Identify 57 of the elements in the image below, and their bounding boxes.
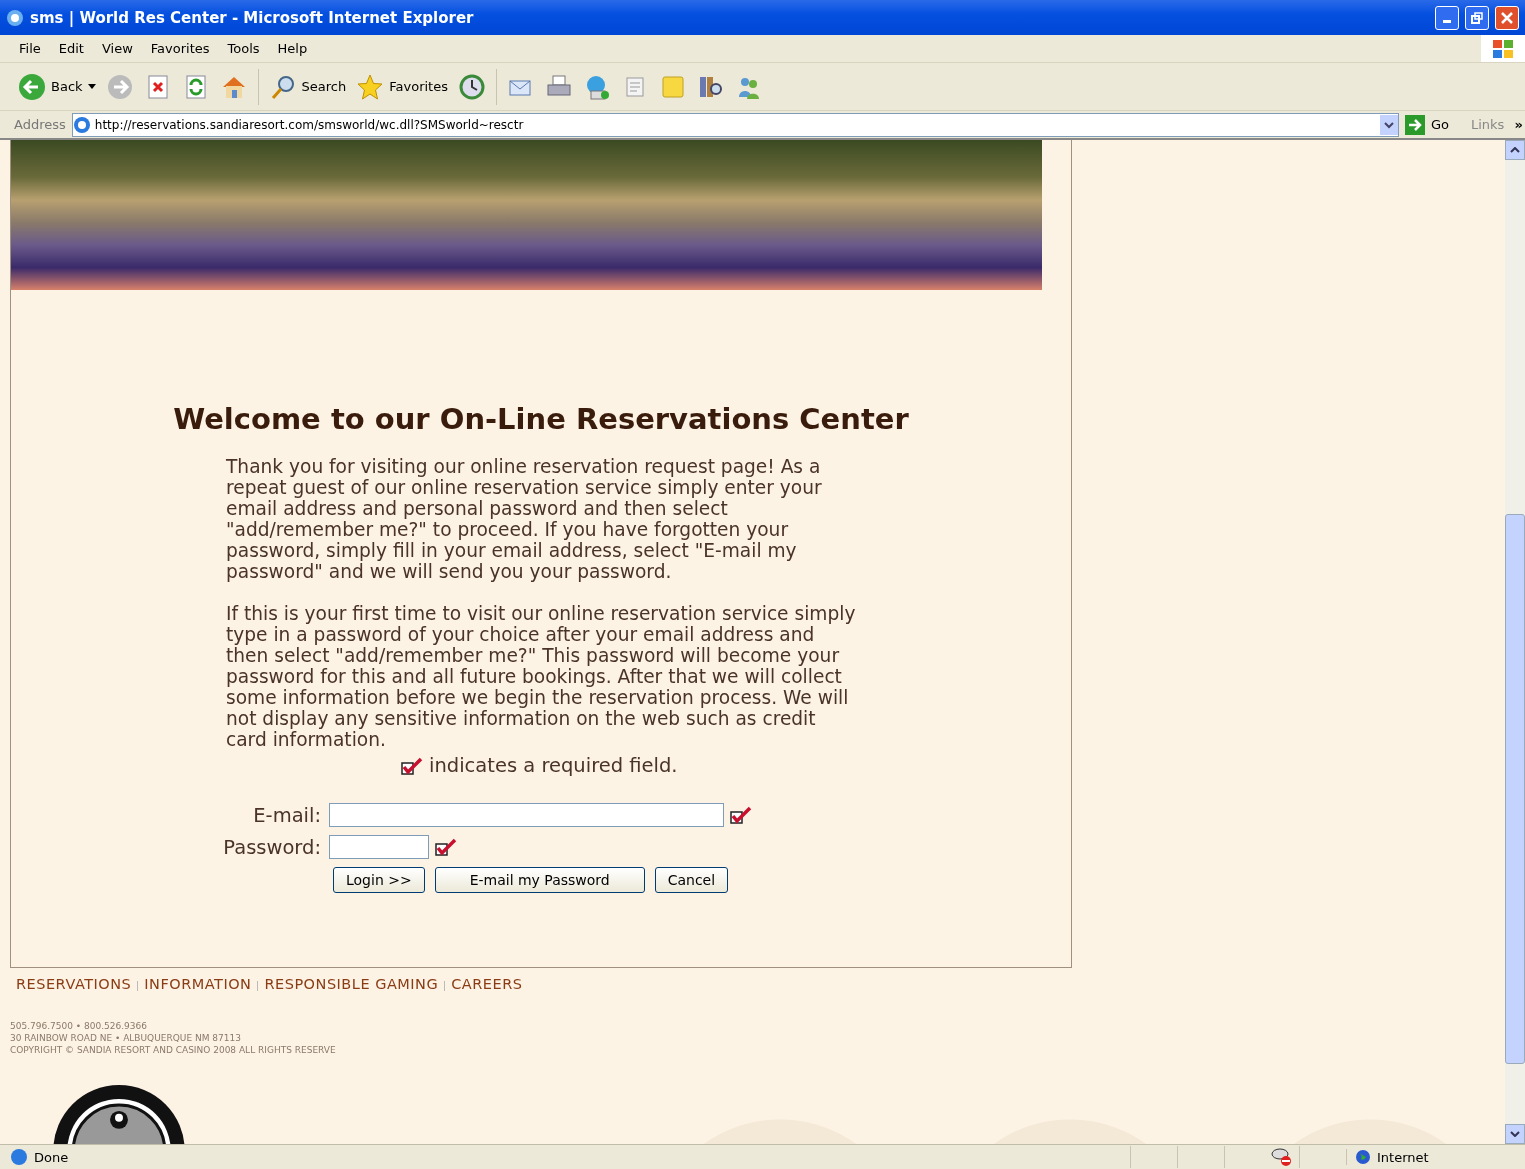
scroll-down-button[interactable] xyxy=(1505,1124,1525,1144)
password-field[interactable] xyxy=(329,835,429,859)
menu-item[interactable]: Edit xyxy=(49,41,93,56)
menu-item[interactable]: Help xyxy=(268,41,317,56)
menu-item[interactable]: File xyxy=(10,41,50,56)
cancel-button[interactable]: Cancel xyxy=(654,867,729,893)
field-label: E-mail: xyxy=(252,803,321,827)
blocked-eye-icon xyxy=(1271,1147,1293,1167)
scrollbar-thumb[interactable] xyxy=(1505,514,1525,1064)
restore-icon xyxy=(1471,11,1483,24)
back-button[interactable]: Back xyxy=(18,72,96,101)
address-label: Address xyxy=(14,117,66,132)
intro-paragraph: If this is your first time to visit our online reservation service simply type in a password of your choice after your email address and then select "add/remember me?" This password will become your password for this and all future bookings. After that we will collect some information before we begin the reservation process. We will not display any sensitive information on the web such as credit card information. xyxy=(226,603,856,750)
email-password-button[interactable]: E-mail my Password xyxy=(434,867,645,893)
menu-item[interactable]: Favorites xyxy=(141,41,219,56)
zone-text: Internet xyxy=(1377,1149,1429,1165)
footer-link[interactable]: CAREERS xyxy=(451,976,523,993)
email-field[interactable] xyxy=(329,803,724,827)
star-icon xyxy=(356,72,385,101)
seal-logo-icon xyxy=(52,1084,186,1144)
contact-line: 505.796.7500 • 800.526.9366 xyxy=(10,1020,148,1033)
footer-link[interactable]: RESPONSIBLE GAMING xyxy=(264,976,439,993)
restore-button[interactable] xyxy=(1465,5,1489,30)
intro-paragraph: Thank you for visiting our online reservation request page! As a repeat guest of our online reservation service simply enter your email address and personal password and then select "add/remember me?" to proceed. If you have forgotten your password, simply fill in your email address, select "E-mail my password" and we will send you your password. xyxy=(226,456,823,582)
footer-link[interactable]: INFORMATION xyxy=(144,976,252,993)
address-field[interactable]: http://reservations.sandiaresort.com/smsworld/wc.dll?SMSworld~resctr xyxy=(71,112,1399,137)
contact-line: COPYRIGHT © SANDIA RESORT AND CASINO 2008 ALL RIGHTS RESERVE xyxy=(10,1044,337,1057)
menu-item[interactable]: Tools xyxy=(218,41,269,56)
page-icon xyxy=(72,115,91,134)
status-text: Done xyxy=(34,1149,70,1165)
page-icon xyxy=(10,1148,28,1166)
required-note: indicates a required field. xyxy=(429,754,678,777)
login-button[interactable]: Login >> xyxy=(333,867,425,893)
page-heading: Welcome to our On-Line Reservations Center xyxy=(172,402,910,436)
down-caret-icon xyxy=(1510,1131,1520,1137)
search-button[interactable]: Search xyxy=(268,72,347,101)
dropdown-caret-icon xyxy=(87,83,96,90)
favorites-button[interactable]: Favorites xyxy=(356,72,448,101)
minimize-button[interactable] xyxy=(1435,5,1459,30)
forward-icon[interactable] xyxy=(105,72,134,101)
minimize-icon xyxy=(1443,20,1451,23)
menu-item[interactable]: View xyxy=(92,41,142,56)
close-icon xyxy=(1501,11,1513,24)
footer-link[interactable]: RESERVATIONS xyxy=(16,976,132,993)
windows-flag-icon xyxy=(1492,38,1514,59)
globe-icon xyxy=(1355,1149,1371,1165)
dropdown-button[interactable] xyxy=(1380,114,1398,135)
close-button[interactable] xyxy=(1495,5,1519,30)
contact-line: 30 RAINBOW ROAD NE • ALBUQUERQUE NM 87113 xyxy=(10,1032,242,1045)
history-icon[interactable] xyxy=(457,72,486,101)
field-label: Password: xyxy=(222,835,321,859)
scroll-up-button[interactable] xyxy=(1505,140,1525,160)
up-caret-icon xyxy=(1510,147,1520,153)
window-title: sms | World Res Center - Microsoft Internet Explorer xyxy=(30,8,475,27)
go-button[interactable]: Go xyxy=(1405,114,1465,135)
required-check-icon xyxy=(401,756,423,775)
links-button[interactable]: Links » xyxy=(1471,117,1525,132)
